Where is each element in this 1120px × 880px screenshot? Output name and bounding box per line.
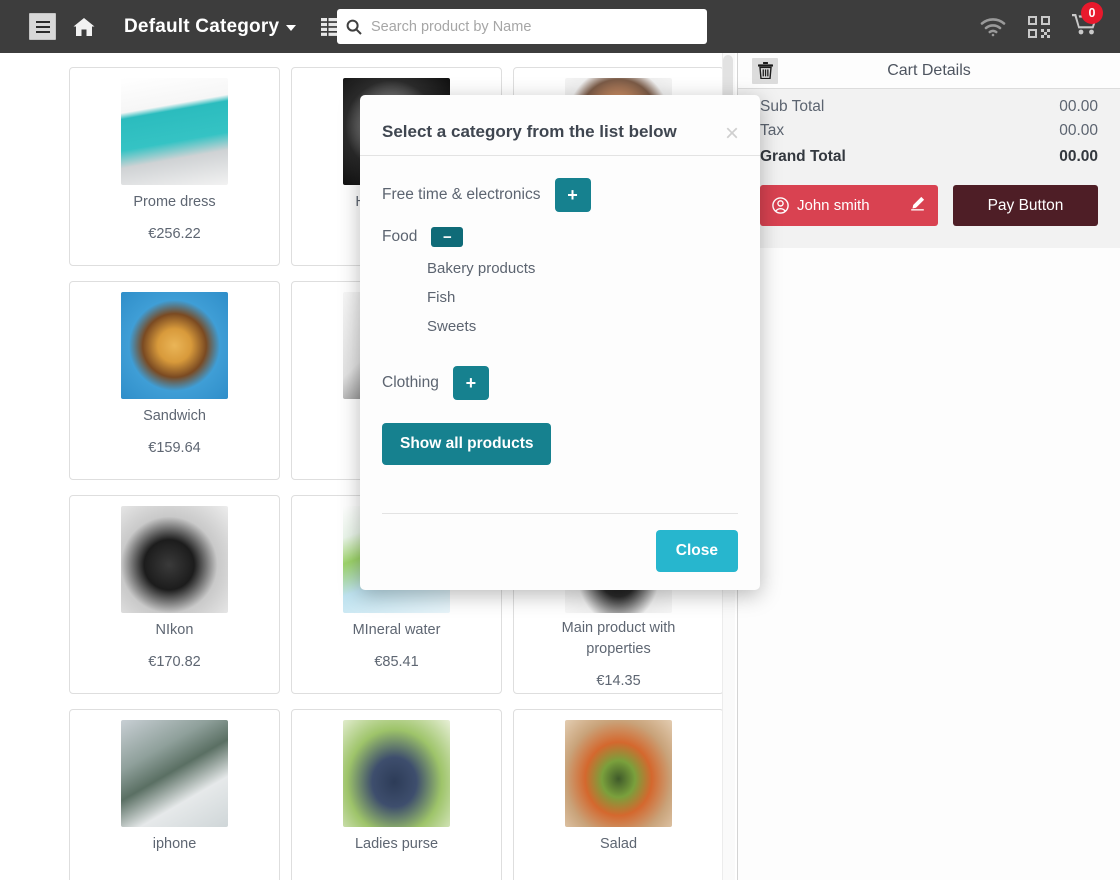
cart-totals: Sub Total 00.00 Tax 00.00 Grand Total 00… — [738, 89, 1120, 173]
product-image — [565, 720, 672, 827]
product-name: NIkon — [155, 622, 194, 638]
category-label: Food — [382, 228, 418, 245]
pay-button-label: Pay Button — [987, 196, 1064, 214]
category-selector-label: Default Category — [124, 15, 280, 37]
category-label: Clothing — [382, 374, 439, 391]
close-icon[interactable]: × — [725, 122, 739, 146]
modal-header: Select a category from the list below × — [360, 95, 760, 156]
cart-grand-total-row: Grand Total 00.00 — [760, 143, 1098, 169]
product-card[interactable]: Ladies purse — [291, 709, 502, 880]
subcategory-list-food: Bakery products Fish Sweets — [427, 254, 738, 341]
topbar-right-icons: 0 — [980, 0, 1103, 53]
cart-total-row: Tax 00.00 — [760, 119, 1098, 143]
trash-icon[interactable] — [752, 57, 778, 84]
product-price: €159.64 — [148, 440, 201, 457]
product-name: Sandwich — [143, 408, 206, 424]
search-icon — [337, 19, 371, 35]
subcategory-item[interactable]: Sweets — [427, 312, 738, 341]
collapse-minus-icon[interactable]: − — [431, 227, 464, 247]
product-image — [121, 78, 228, 185]
shopping-cart-button[interactable]: 0 — [1072, 2, 1103, 40]
modal-footer: Close — [382, 513, 738, 590]
cart-total-label: Sub Total — [760, 98, 825, 115]
pencil-icon[interactable] — [910, 196, 925, 215]
hamburger-line — [35, 20, 50, 23]
product-image — [343, 720, 450, 827]
product-price: €256.22 — [148, 226, 201, 243]
cart-grand-total-value: 00.00 — [1059, 148, 1098, 165]
category-row-free-time-electronics[interactable]: Free time & electronics + — [382, 178, 738, 212]
hamburger-line — [35, 30, 50, 33]
expand-plus-icon[interactable]: + — [452, 366, 489, 400]
cart-action-row: John smith Pay Button — [738, 173, 1120, 248]
product-price: €170.82 — [148, 654, 201, 671]
expand-plus-icon[interactable]: + — [554, 178, 591, 212]
cart-total-value: 00.00 — [1059, 122, 1098, 139]
product-card[interactable]: iphone — [69, 709, 280, 880]
cart-count-badge: 0 — [1081, 2, 1103, 24]
chevron-down-icon — [286, 25, 297, 31]
show-all-products-button[interactable]: Show all products — [382, 423, 552, 465]
product-card[interactable]: NIkon €170.82 — [69, 495, 280, 694]
product-name: Salad — [599, 836, 638, 852]
category-label: Free time & electronics — [382, 186, 541, 203]
modal-body: Free time & electronics + Food − Bakery … — [360, 156, 760, 513]
wifi-icon[interactable] — [980, 17, 1006, 37]
close-button[interactable]: Close — [655, 530, 738, 572]
pos-application: Default Category Search product by Name … — [0, 0, 1120, 880]
top-navigation-bar: Default Category Search product by Name … — [0, 0, 1120, 53]
cart-grand-total-label: Grand Total — [760, 148, 846, 165]
product-card[interactable]: Salad — [513, 709, 724, 880]
product-name: iphone — [152, 836, 197, 852]
category-selection-modal: Select a category from the list below × … — [360, 95, 760, 590]
customer-name: John smith — [797, 197, 870, 214]
hamburger-line — [35, 25, 50, 28]
product-name: Prome dress — [133, 194, 216, 210]
product-name: Ladies purse — [354, 836, 439, 852]
category-selector[interactable]: Default Category — [124, 15, 297, 38]
product-price: €14.35 — [596, 673, 641, 690]
product-image — [121, 506, 228, 613]
customer-button[interactable]: John smith — [760, 185, 938, 226]
subcategory-item[interactable]: Fish — [427, 283, 738, 312]
cart-items-area — [738, 248, 1120, 880]
product-price: €85.41 — [374, 654, 419, 671]
cart-pane: Cart Details Sub Total 00.00 Tax 00.00 G… — [737, 53, 1120, 880]
cart-header: Cart Details — [738, 53, 1120, 89]
product-image — [121, 720, 228, 827]
qr-code-icon[interactable] — [1028, 15, 1050, 38]
product-name: MIneral water — [352, 622, 441, 638]
cart-total-value: 00.00 — [1059, 98, 1098, 115]
cart-title: Cart Details — [887, 61, 971, 79]
user-circle-icon — [772, 197, 789, 214]
category-row-clothing[interactable]: Clothing + — [382, 366, 738, 400]
product-name: Main product with properties — [561, 620, 676, 658]
hamburger-menu-icon[interactable] — [29, 13, 56, 40]
category-row-food[interactable]: Food − — [382, 227, 738, 247]
product-card[interactable]: Sandwich €159.64 — [69, 281, 280, 480]
modal-title: Select a category from the list below — [382, 122, 677, 141]
subcategory-item[interactable]: Bakery products — [427, 254, 738, 283]
product-image — [121, 292, 228, 399]
product-card[interactable]: Prome dress €256.22 — [69, 67, 280, 266]
cart-total-row: Sub Total 00.00 — [760, 95, 1098, 119]
search-input[interactable] — [371, 9, 707, 44]
pay-button[interactable]: Pay Button — [953, 185, 1098, 226]
home-icon[interactable] — [72, 15, 96, 39]
search-bar[interactable] — [337, 9, 707, 44]
cart-total-label: Tax — [760, 122, 785, 139]
